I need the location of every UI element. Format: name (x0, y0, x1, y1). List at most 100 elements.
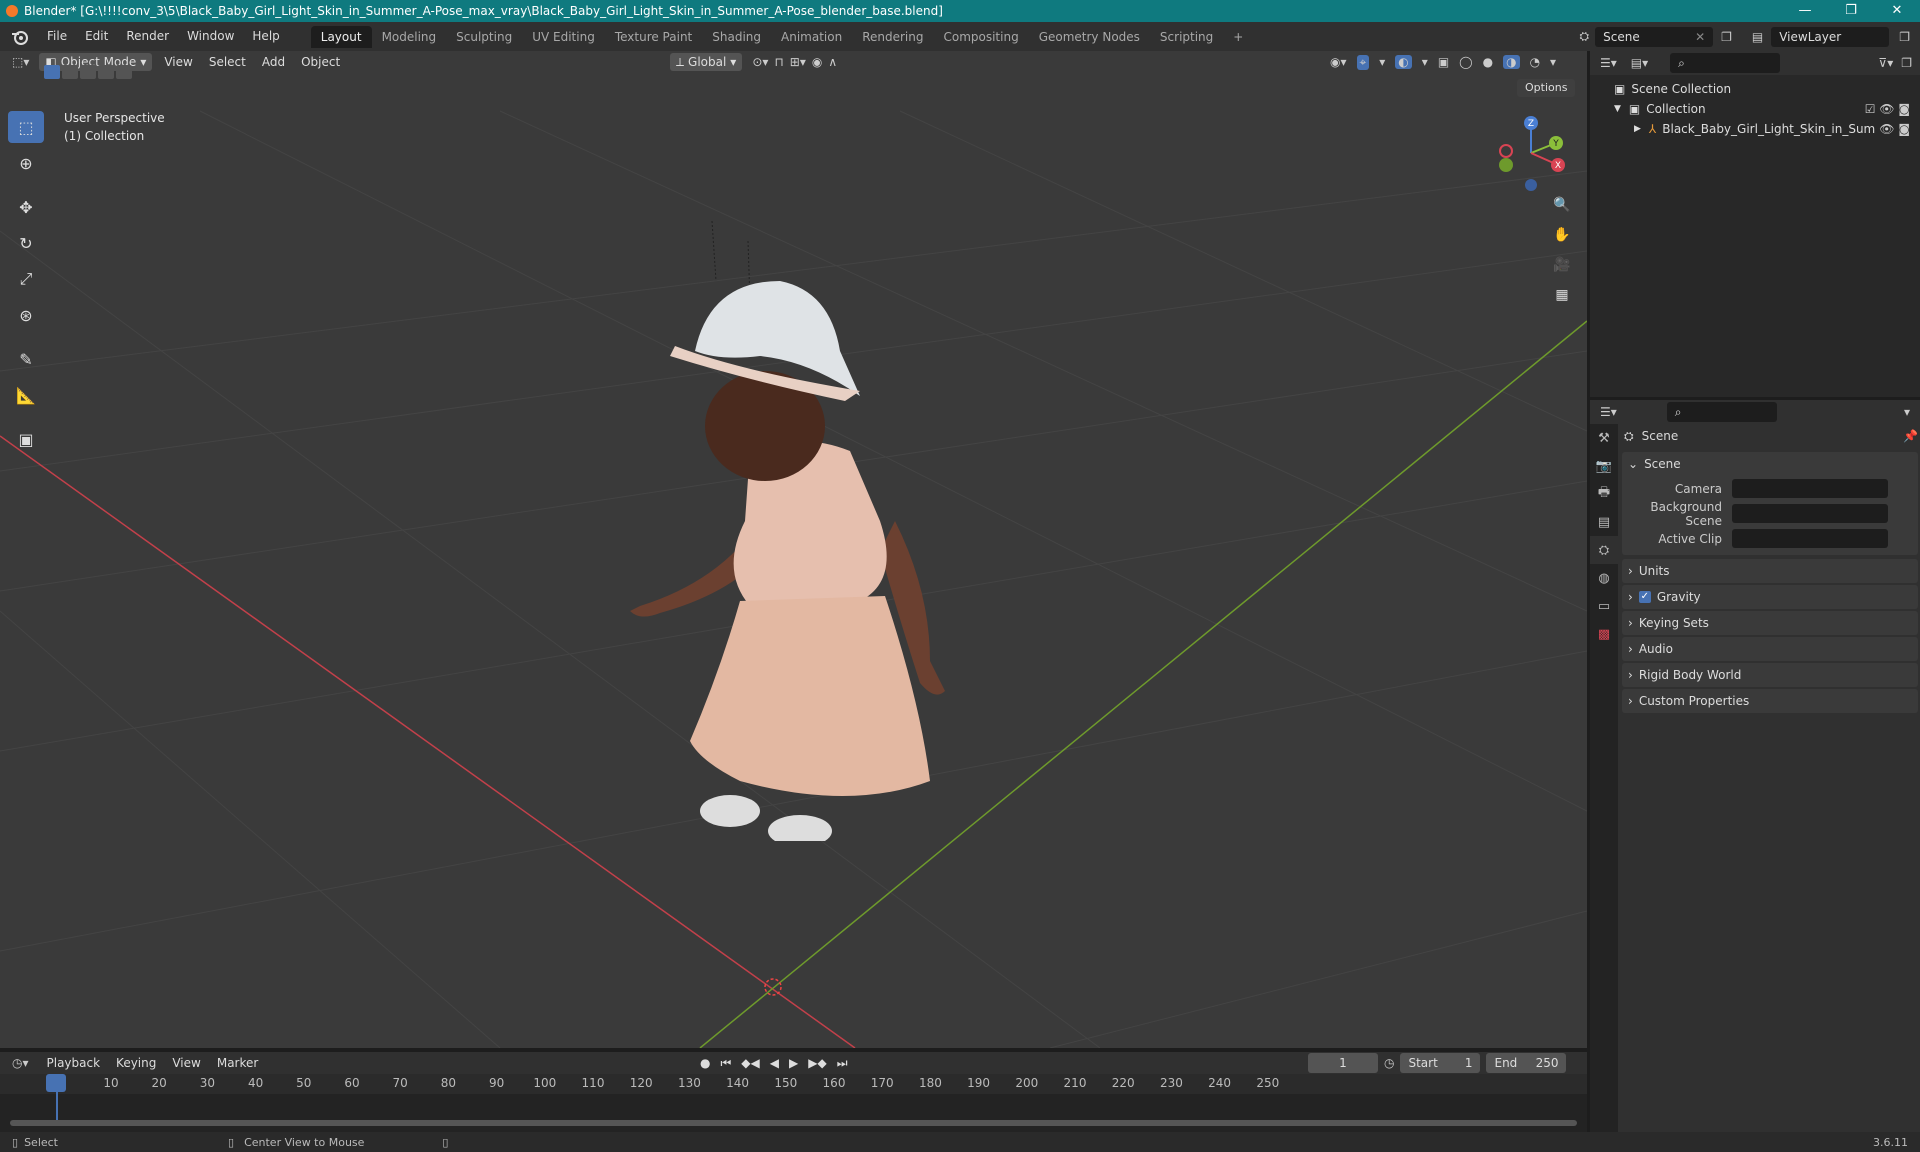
transform-tool-icon[interactable]: ⊛ (8, 299, 44, 331)
minimize-button[interactable]: — (1782, 0, 1828, 22)
tab-uv-editing[interactable]: UV Editing (522, 26, 605, 48)
scale-tool-icon[interactable]: ⤢ (8, 263, 44, 295)
view-layer-icon[interactable]: ▤ (1752, 30, 1763, 44)
pin-icon[interactable]: ✕ (1695, 27, 1705, 47)
scene-collection-row[interactable]: ▣ Scene Collection (1590, 79, 1920, 99)
new-scene-icon[interactable]: ❐ (1721, 30, 1732, 44)
custom-properties-panel[interactable]: › Custom Properties (1622, 689, 1918, 713)
expand-arrow-icon[interactable]: ▶ (1634, 119, 1641, 139)
add-cube-tool-icon[interactable]: ▣ (8, 423, 44, 455)
menu-timeline-view[interactable]: View (164, 1056, 208, 1070)
zoom-icon[interactable]: 🔍 (1548, 191, 1576, 219)
editor-type-icon[interactable]: ⬚▾ (12, 55, 29, 69)
annotate-tool-icon[interactable]: ✎ (8, 343, 44, 375)
restore-button[interactable]: ❐ (1828, 0, 1874, 22)
render-tab-icon[interactable]: 📷 (1590, 452, 1618, 480)
menu-help[interactable]: Help (243, 22, 288, 51)
tab-layout[interactable]: Layout (310, 25, 372, 48)
snap-target-icon[interactable]: ⊞▾ (790, 55, 806, 69)
menu-keying[interactable]: Keying (108, 1056, 164, 1070)
gizmo-icon[interactable]: ⌖ (1356, 54, 1370, 70)
output-tab-icon[interactable]: 🖶 (1590, 480, 1618, 508)
perspective-toggle-icon[interactable]: ▦ (1548, 281, 1576, 309)
pivot-icon[interactable]: ⊙▾ (752, 55, 768, 69)
select-box-tool-icon[interactable]: ⬚ (8, 111, 44, 143)
rotate-tool-icon[interactable]: ↻ (8, 227, 44, 259)
play-icon[interactable]: ▶ (789, 1056, 798, 1071)
overlay-dropdown-icon[interactable]: ▾ (1422, 55, 1428, 69)
xray-icon[interactable]: ▣ (1438, 55, 1449, 69)
playhead[interactable] (46, 1074, 66, 1092)
menu-marker[interactable]: Marker (209, 1056, 266, 1070)
visibility-icon[interactable]: ◉▾ (1330, 55, 1347, 69)
select-intersect-icon[interactable] (116, 65, 132, 79)
jump-start-icon[interactable]: ⏮ (720, 1056, 731, 1071)
move-tool-icon[interactable]: ✥ (8, 191, 44, 223)
scene-tab-icon[interactable]: ⛭ (1590, 536, 1618, 564)
jump-end-icon[interactable]: ⏭ (837, 1056, 848, 1071)
outliner-editor-icon[interactable]: ☰▾ (1600, 56, 1617, 70)
overlay-icon[interactable]: ◐ (1395, 55, 1412, 69)
scene-selector[interactable]: Scene ✕ (1595, 26, 1714, 47)
tab-shading[interactable]: Shading (702, 26, 771, 48)
active-clip-input[interactable] (1732, 529, 1888, 548)
menu-render[interactable]: Render (117, 22, 178, 51)
new-view-layer-icon[interactable]: ❐ (1899, 30, 1910, 44)
options-button[interactable]: Options (1517, 79, 1576, 97)
properties-editor-icon[interactable]: ☰▾ (1600, 405, 1617, 419)
filter-icon[interactable]: ⊽▾ (1878, 56, 1893, 70)
start-frame-field[interactable]: Start 1 (1400, 1053, 1481, 1073)
tab-sculpting[interactable]: Sculpting (446, 26, 522, 48)
snap-icon[interactable]: ⊓ (774, 55, 783, 69)
menu-file[interactable]: File (38, 22, 76, 51)
falloff-icon[interactable]: ∧ (828, 55, 837, 69)
navigation-gizmo[interactable]: Z Y X (1496, 113, 1566, 193)
menu-select[interactable]: Select (201, 55, 254, 69)
tab-texture-paint[interactable]: Texture Paint (605, 26, 702, 48)
close-button[interactable]: ✕ (1874, 0, 1920, 22)
view-layer-selector[interactable]: ViewLayer (1771, 26, 1890, 47)
view-layer-tab-icon[interactable]: ▤ (1590, 508, 1618, 536)
texture-tab-icon[interactable]: ▩ (1590, 620, 1618, 648)
measure-tool-icon[interactable]: 📐 (8, 379, 44, 411)
timeline-scrollbar[interactable] (10, 1120, 1577, 1126)
timeline-ruler[interactable]: 1102030405060708090100110120130140150160… (0, 1074, 1587, 1094)
background-scene-input[interactable] (1732, 504, 1888, 523)
material-shading-icon[interactable]: ◑ (1503, 55, 1520, 69)
select-invert-icon[interactable] (98, 65, 114, 79)
gizmo-dropdown-icon[interactable]: ▾ (1379, 55, 1385, 69)
units-panel[interactable]: › Units (1622, 559, 1918, 583)
timeline-editor-icon[interactable]: ◷▾ (12, 1056, 29, 1070)
3d-viewport[interactable]: ⬚▾ ◧ Object Mode ▾ View Select Add Objec… (0, 51, 1587, 1048)
menu-edit[interactable]: Edit (76, 22, 117, 51)
object-row[interactable]: ▶ ⅄ Black_Baby_Girl_Light_Skin_in_Sum 👁 … (1590, 119, 1920, 139)
collection-row[interactable]: ▼ ▣ Collection ☑ 👁 ◙ (1590, 99, 1920, 119)
tab-scripting[interactable]: Scripting (1150, 26, 1223, 48)
keying-sets-panel[interactable]: › Keying Sets (1622, 611, 1918, 635)
chevron-down-icon[interactable]: ▾ (1904, 405, 1910, 419)
object-visibility-icons[interactable]: 👁 ◙ (1879, 119, 1910, 139)
tool-tab-icon[interactable]: ⚒ (1590, 424, 1618, 452)
audio-panel[interactable]: › Audio (1622, 637, 1918, 661)
menu-object[interactable]: Object (293, 55, 348, 69)
solid-shading-icon[interactable]: ● (1483, 55, 1493, 69)
properties-search-input[interactable]: ⌕ (1666, 402, 1777, 422)
collection-tab-icon[interactable]: ▭ (1590, 592, 1618, 620)
menu-add[interactable]: Add (254, 55, 293, 69)
tab-animation[interactable]: Animation (771, 26, 852, 48)
menu-view[interactable]: View (156, 55, 200, 69)
gravity-checkbox[interactable]: ✓ (1638, 591, 1651, 603)
gravity-panel[interactable]: › ✓ Gravity (1622, 585, 1918, 609)
collection-visibility-icons[interactable]: ☑ 👁 ◙ (1865, 99, 1910, 119)
next-keyframe-icon[interactable]: ▶◆ (808, 1056, 826, 1071)
display-mode-icon[interactable]: ▤▾ (1631, 56, 1648, 70)
shading-dropdown-icon[interactable]: ▾ (1550, 55, 1556, 69)
tab-rendering[interactable]: Rendering (852, 26, 933, 48)
blender-logo-icon[interactable] (10, 28, 30, 46)
cursor-tool-icon[interactable]: ⊕ (8, 147, 44, 179)
current-frame-field[interactable]: 1 (1308, 1053, 1378, 1073)
end-frame-field[interactable]: End 250 (1486, 1053, 1567, 1073)
record-icon[interactable]: ● (700, 1056, 710, 1071)
rendered-shading-icon[interactable]: ◔ (1530, 55, 1540, 69)
world-tab-icon[interactable]: ◍ (1590, 564, 1618, 592)
